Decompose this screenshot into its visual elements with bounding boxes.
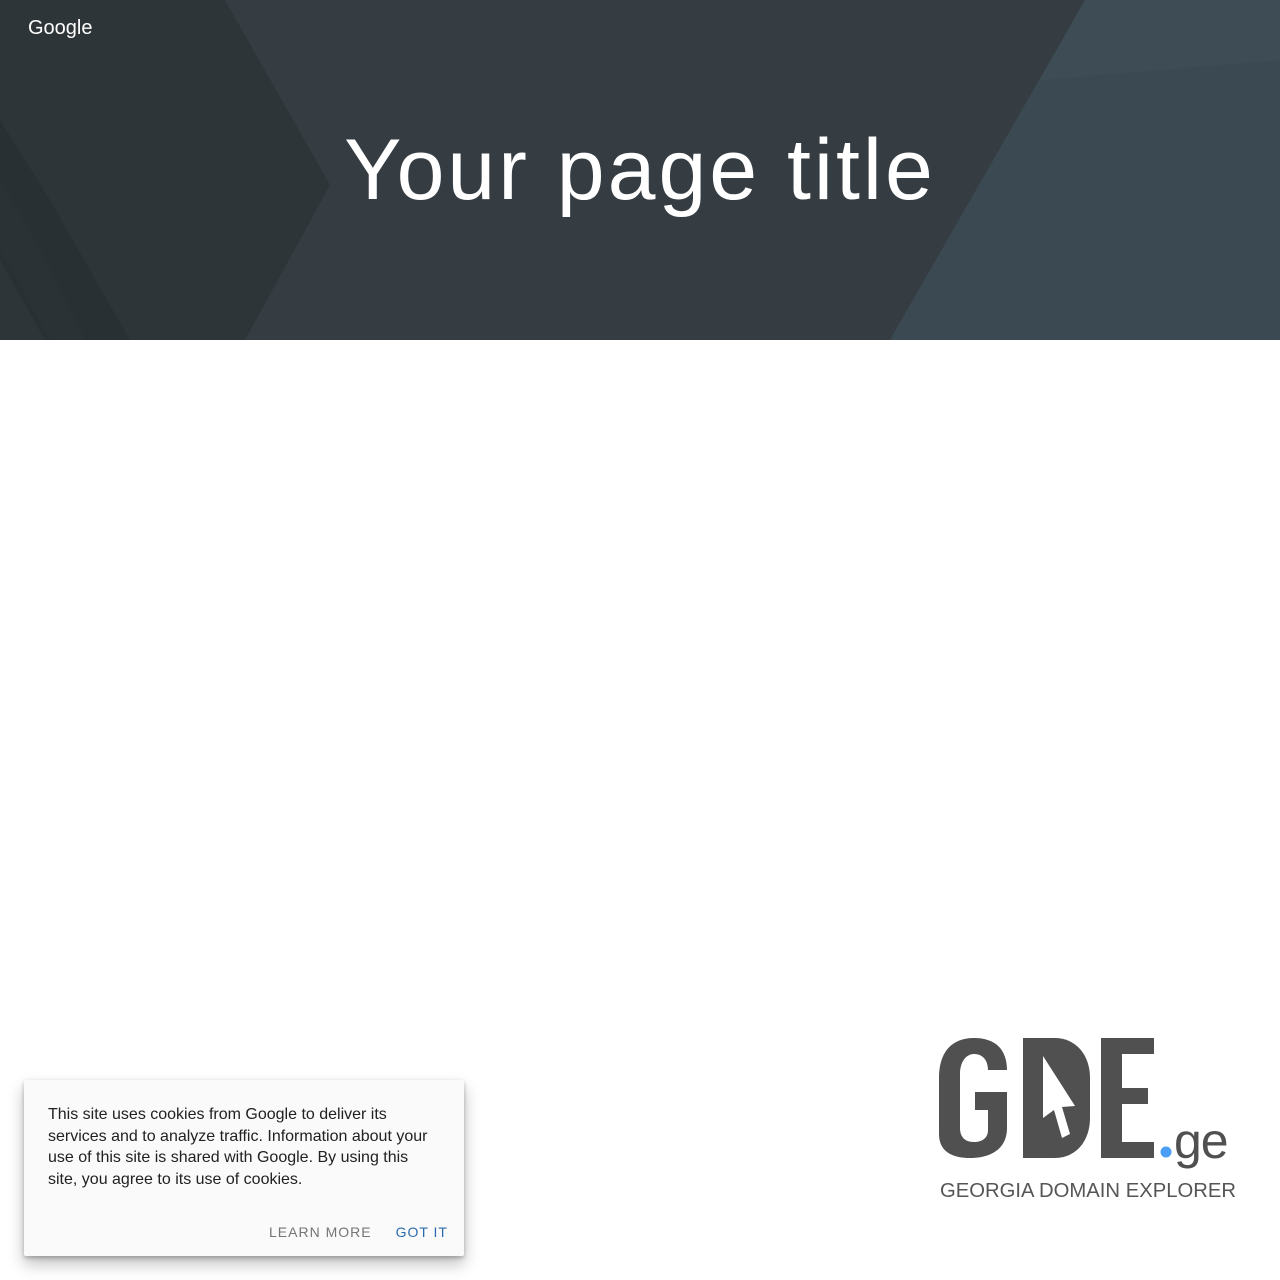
cookie-actions: Learn more Got it bbox=[269, 1224, 448, 1240]
logo-tagline: GEORGIA DOMAIN EXPLORER bbox=[940, 1179, 1236, 1202]
header-banner: Google Your page title bbox=[0, 0, 1280, 340]
got-it-button[interactable]: Got it bbox=[396, 1224, 448, 1240]
site-name-link[interactable]: Google bbox=[28, 16, 93, 40]
svg-text:ge: ge bbox=[1174, 1113, 1228, 1169]
cookie-notice-dialog: This site uses cookies from Google to de… bbox=[24, 1080, 464, 1256]
learn-more-button[interactable]: Learn more bbox=[269, 1224, 372, 1240]
gde-logo: ge GEORGIA DOMAIN EXPLORER bbox=[939, 1038, 1236, 1202]
page-title: Your page title bbox=[344, 122, 936, 218]
page: Google Your page title ge GEORGIA DOMAIN… bbox=[0, 0, 1280, 1280]
logo-dot bbox=[1160, 1146, 1172, 1158]
cookie-message: This site uses cookies from Google to de… bbox=[48, 1106, 428, 1188]
